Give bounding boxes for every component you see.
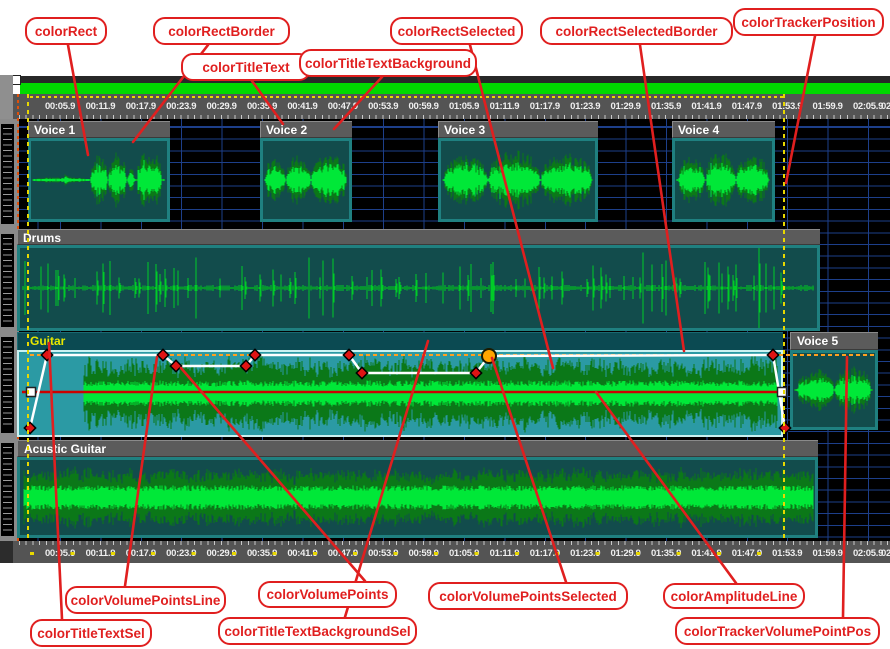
ruler-timestamp: 00:11.9 [86,101,116,112]
ruler-timestamp: 00:23.9 [166,101,196,112]
clip-body-drums[interactable] [17,245,820,331]
clip-title-voice4[interactable]: Voice 4 [672,121,775,138]
waveform [31,141,167,219]
callout-label-colorVolumePointsSelected: colorVolumePointsSelected [428,582,628,610]
clip-title-acoustic[interactable]: Acustic Guitar [17,440,818,457]
overview-scrollbar-track[interactable] [13,76,890,83]
callout-label-colorRectSelected: colorRectSelected [390,17,523,45]
overview-scrollbar[interactable] [20,83,890,94]
clip-title-voice5[interactable]: Voice 5 [790,332,878,350]
top-left-corner-block [0,75,13,119]
callout-label-colorTitleTextBackgroundSel: colorTitleTextBackgroundSel [218,617,417,645]
ruler-timestamp: 01:35.9 [651,101,681,112]
waveform [793,353,875,427]
clip-title-voice3[interactable]: Voice 3 [438,121,598,138]
callout-label-colorVolumePointsLine: colorVolumePointsLine [65,586,226,614]
callout-label-colorAmplitudeLine: colorAmplitudeLine [663,583,805,609]
ruler-timestamp-partial: 02 [881,548,890,559]
ruler-timestamp: 01:29.9 [611,101,641,112]
waveform [263,141,349,219]
ruler-timestamp: 02:05.9 [853,548,883,559]
ruler-timestamp: 00:35.9 [247,101,277,112]
ruler-timestamp: 00:41.9 [287,101,317,112]
callout-label-colorTrackerVolumePointPos: colorTrackerVolumePointPos [675,617,880,645]
track-meter-scale [1,124,14,224]
callout-label-colorTitleTextSel: colorTitleTextSel [30,619,152,647]
clip-title-guitar[interactable]: Guitar [17,332,783,350]
callout-label-colorVolumePoints: colorVolumePoints [258,581,397,608]
clip-body-acoustic[interactable] [17,457,818,538]
callout-label-colorTitleTextBackground: colorTitleTextBackground [299,49,477,77]
ruler-timestamp: 01:17.9 [530,101,560,112]
callout-label-colorRect: colorRect [25,17,107,45]
ruler-timestamp: 01:05.9 [449,101,479,112]
audio-editor-screenshot: 00:05.9 00:11.9 00:17.9 00:23.9 00:29.9 00:35… [0,0,890,649]
callout-label-colorTrackerPosition: colorTrackerPosition [733,8,884,36]
ruler-timestamp: 01:41.9 [691,101,721,112]
ruler-timestamp: 01:53.9 [772,101,802,112]
waveform [675,141,772,219]
ruler-timestamp-partial: 02 [881,101,890,112]
clip-title-voice2[interactable]: Voice 2 [260,121,352,138]
track-meter-scale [1,337,14,433]
clip-body-voice5[interactable] [790,350,878,430]
ruler-timestamp: 00:53.9 [368,101,398,112]
bottom-left-corner-block [0,541,13,563]
waveform [19,352,781,435]
callout-label-colorTitleText: colorTitleText [181,53,311,81]
ruler-timestamp: 01:11.9 [490,101,520,112]
clip-body-voice3[interactable] [438,138,598,222]
clip-body-voice2[interactable] [260,138,352,222]
overview-scroll-handle[interactable] [12,75,21,85]
callout-label-colorRectSelectedBorder: colorRectSelectedBorder [540,17,733,45]
ruler-timestamp: 00:05.9 [45,101,75,112]
selection-dashes-top [30,96,784,98]
clip-body-voice4[interactable] [672,138,775,222]
ruler-timestamp: 00:17.9 [126,101,156,112]
tracker-position-line[interactable] [27,94,29,563]
waveform [20,460,815,535]
track-meter-scale [1,234,14,327]
waveform [441,141,595,219]
ruler-timestamp: 00:47.9 [328,101,358,112]
selection-dashes-bottom [30,552,784,555]
ruler-timestamp: 02:05.9 [853,101,883,112]
ruler-timestamp: 01:59.9 [813,548,843,559]
ruler-timestamp: 01:59.9 [813,101,843,112]
tracker-volume-point-dashed-line [30,354,877,356]
ruler-timestamp: 00:59.9 [409,101,439,112]
ruler-timestamp: 00:29.9 [207,101,237,112]
track-meter-scale [1,443,14,536]
clip-title-drums[interactable]: Drums [17,229,820,245]
clip-body-voice1[interactable] [28,138,170,222]
clip-title-voice1[interactable]: Voice 1 [28,121,170,138]
waveform [20,248,817,328]
callout-label-colorRectBorder: colorRectBorder [153,17,290,45]
clip-body-guitar[interactable] [17,350,783,437]
ruler-timestamp: 01:47.9 [732,101,762,112]
tracker-position-line-2[interactable] [783,94,785,563]
ruler-timestamp: 01:23.9 [570,101,600,112]
ruler-tick-marks [19,541,890,545]
